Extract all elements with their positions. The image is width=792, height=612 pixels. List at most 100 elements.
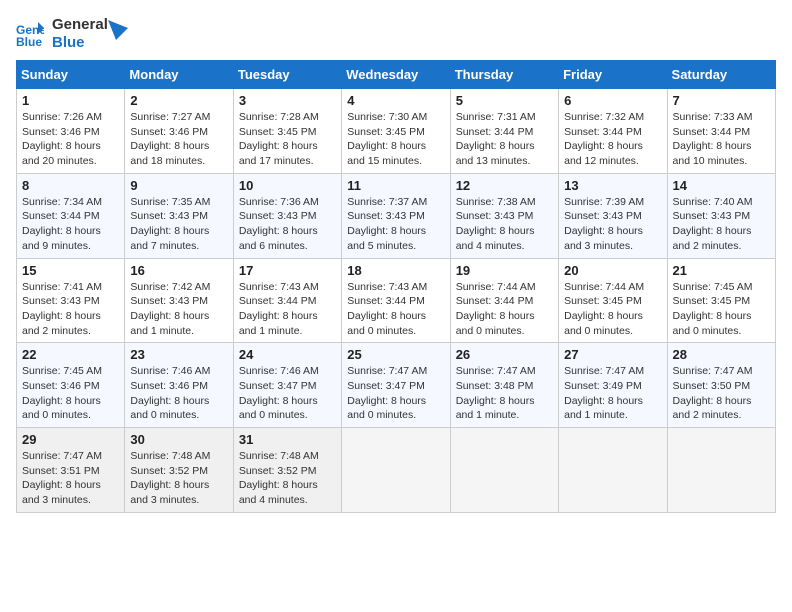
calendar-cell: 30 Sunrise: 7:48 AMSunset: 3:52 PMDayligh… (125, 428, 233, 513)
cell-info: Sunrise: 7:41 AMSunset: 3:43 PMDaylight:… (22, 280, 119, 339)
cell-info: Sunrise: 7:33 AMSunset: 3:44 PMDaylight:… (673, 110, 770, 169)
calendar-cell: 10 Sunrise: 7:36 AMSunset: 3:43 PMDayligh… (233, 173, 341, 258)
calendar-cell: 6 Sunrise: 7:32 AMSunset: 3:44 PMDaylight… (559, 89, 667, 174)
cell-info: Sunrise: 7:43 AMSunset: 3:44 PMDaylight:… (347, 280, 444, 339)
calendar-cell: 7 Sunrise: 7:33 AMSunset: 3:44 PMDaylight… (667, 89, 775, 174)
day-number: 11 (347, 178, 444, 193)
cell-info: Sunrise: 7:48 AMSunset: 3:52 PMDaylight:… (130, 449, 227, 508)
calendar-cell: 2 Sunrise: 7:27 AMSunset: 3:46 PMDaylight… (125, 89, 233, 174)
day-number: 14 (673, 178, 770, 193)
cell-info: Sunrise: 7:46 AMSunset: 3:47 PMDaylight:… (239, 364, 336, 423)
calendar-cell: 28 Sunrise: 7:47 AMSunset: 3:50 PMDayligh… (667, 343, 775, 428)
cell-info: Sunrise: 7:47 AMSunset: 3:50 PMDaylight:… (673, 364, 770, 423)
calendar-cell: 3 Sunrise: 7:28 AMSunset: 3:45 PMDaylight… (233, 89, 341, 174)
calendar-cell: 12 Sunrise: 7:38 AMSunset: 3:43 PMDayligh… (450, 173, 558, 258)
cell-info: Sunrise: 7:47 AMSunset: 3:48 PMDaylight:… (456, 364, 553, 423)
calendar-cell: 31Sunrise: 7:48 AMSunset: 3:52 PMDayligh… (233, 428, 341, 513)
logo-general: General (52, 16, 108, 34)
calendar-cell (450, 428, 558, 513)
cell-info: Sunrise: 7:42 AMSunset: 3:43 PMDaylight:… (130, 280, 227, 339)
calendar-cell (667, 428, 775, 513)
cell-info: Sunrise: 7:27 AMSunset: 3:46 PMDaylight:… (130, 110, 227, 169)
day-number: 30 (130, 432, 227, 447)
cell-info: Sunrise: 7:32 AMSunset: 3:44 PMDaylight:… (564, 110, 661, 169)
calendar-cell: 11Sunrise: 7:37 AMSunset: 3:43 PMDayligh… (342, 173, 450, 258)
day-number: 13 (564, 178, 661, 193)
calendar-cell: 25Sunrise: 7:47 AMSunset: 3:47 PMDayligh… (342, 343, 450, 428)
cell-info: Sunrise: 7:45 AMSunset: 3:45 PMDaylight:… (673, 280, 770, 339)
calendar-cell: 14Sunrise: 7:40 AMSunset: 3:43 PMDayligh… (667, 173, 775, 258)
calendar-cell: 17 Sunrise: 7:43 AMSunset: 3:44 PMDayligh… (233, 258, 341, 343)
svg-text:Blue: Blue (16, 35, 42, 48)
day-number: 20 (564, 263, 661, 278)
calendar-cell (559, 428, 667, 513)
day-number: 17 (239, 263, 336, 278)
cell-info: Sunrise: 7:30 AMSunset: 3:45 PMDaylight:… (347, 110, 444, 169)
calendar-cell (342, 428, 450, 513)
day-number: 6 (564, 93, 661, 108)
calendar-cell: 16 Sunrise: 7:42 AMSunset: 3:43 PMDayligh… (125, 258, 233, 343)
cell-info: Sunrise: 7:47 AMSunset: 3:51 PMDaylight:… (22, 449, 119, 508)
day-number: 8 (22, 178, 119, 193)
day-number: 18 (347, 263, 444, 278)
cell-info: Sunrise: 7:44 AMSunset: 3:44 PMDaylight:… (456, 280, 553, 339)
cell-info: Sunrise: 7:34 AMSunset: 3:44 PMDaylight:… (22, 195, 119, 254)
day-number: 16 (130, 263, 227, 278)
calendar-cell: 18 Sunrise: 7:43 AMSunset: 3:44 PMDayligh… (342, 258, 450, 343)
day-number: 5 (456, 93, 553, 108)
cell-info: Sunrise: 7:39 AMSunset: 3:43 PMDaylight:… (564, 195, 661, 254)
calendar-cell: 23 Sunrise: 7:46 AMSunset: 3:46 PMDayligh… (125, 343, 233, 428)
col-header-sunday: Sunday (17, 61, 125, 89)
day-number: 4 (347, 93, 444, 108)
day-number: 12 (456, 178, 553, 193)
day-number: 27 (564, 347, 661, 362)
calendar-cell: 8 Sunrise: 7:34 AMSunset: 3:44 PMDaylight… (17, 173, 125, 258)
calendar-cell: 26Sunrise: 7:47 AMSunset: 3:48 PMDayligh… (450, 343, 558, 428)
calendar-cell: 20 Sunrise: 7:44 AMSunset: 3:45 PMDayligh… (559, 258, 667, 343)
calendar-cell: 1 Sunrise: 7:26 AMSunset: 3:46 PMDaylight… (17, 89, 125, 174)
day-number: 19 (456, 263, 553, 278)
day-number: 7 (673, 93, 770, 108)
calendar-cell: 15 Sunrise: 7:41 AMSunset: 3:43 PMDayligh… (17, 258, 125, 343)
calendar-cell: 19 Sunrise: 7:44 AMSunset: 3:44 PMDayligh… (450, 258, 558, 343)
cell-info: Sunrise: 7:28 AMSunset: 3:45 PMDaylight:… (239, 110, 336, 169)
cell-info: Sunrise: 7:44 AMSunset: 3:45 PMDaylight:… (564, 280, 661, 339)
logo: General Blue General Blue (16, 16, 128, 52)
day-number: 2 (130, 93, 227, 108)
day-number: 24 (239, 347, 336, 362)
cell-info: Sunrise: 7:45 AMSunset: 3:46 PMDaylight:… (22, 364, 119, 423)
cell-info: Sunrise: 7:47 AMSunset: 3:47 PMDaylight:… (347, 364, 444, 423)
cell-info: Sunrise: 7:35 AMSunset: 3:43 PMDaylight:… (130, 195, 227, 254)
cell-info: Sunrise: 7:26 AMSunset: 3:46 PMDaylight:… (22, 110, 119, 169)
day-number: 15 (22, 263, 119, 278)
col-header-wednesday: Wednesday (342, 61, 450, 89)
cell-info: Sunrise: 7:38 AMSunset: 3:43 PMDaylight:… (456, 195, 553, 254)
cell-info: Sunrise: 7:43 AMSunset: 3:44 PMDaylight:… (239, 280, 336, 339)
day-number: 23 (130, 347, 227, 362)
day-number: 1 (22, 93, 119, 108)
calendar-cell: 29 Sunrise: 7:47 AMSunset: 3:51 PMDayligh… (17, 428, 125, 513)
day-number: 21 (673, 263, 770, 278)
day-number: 10 (239, 178, 336, 193)
col-header-monday: Monday (125, 61, 233, 89)
logo-arrow-icon (108, 20, 128, 40)
day-number: 29 (22, 432, 119, 447)
col-header-tuesday: Tuesday (233, 61, 341, 89)
calendar-cell: 22Sunrise: 7:45 AMSunset: 3:46 PMDayligh… (17, 343, 125, 428)
calendar-cell: 4 Sunrise: 7:30 AMSunset: 3:45 PMDaylight… (342, 89, 450, 174)
day-number: 28 (673, 347, 770, 362)
logo-icon: General Blue (16, 20, 44, 48)
col-header-friday: Friday (559, 61, 667, 89)
cell-info: Sunrise: 7:36 AMSunset: 3:43 PMDaylight:… (239, 195, 336, 254)
cell-info: Sunrise: 7:48 AMSunset: 3:52 PMDaylight:… (239, 449, 336, 508)
cell-info: Sunrise: 7:31 AMSunset: 3:44 PMDaylight:… (456, 110, 553, 169)
cell-info: Sunrise: 7:46 AMSunset: 3:46 PMDaylight:… (130, 364, 227, 423)
calendar-table: SundayMondayTuesdayWednesdayThursdayFrid… (16, 60, 776, 513)
calendar-cell: 24 Sunrise: 7:46 AMSunset: 3:47 PMDayligh… (233, 343, 341, 428)
day-number: 9 (130, 178, 227, 193)
day-number: 3 (239, 93, 336, 108)
col-header-thursday: Thursday (450, 61, 558, 89)
page-header: General Blue General Blue (16, 16, 776, 52)
calendar-cell: 13 Sunrise: 7:39 AMSunset: 3:43 PMDayligh… (559, 173, 667, 258)
col-header-saturday: Saturday (667, 61, 775, 89)
